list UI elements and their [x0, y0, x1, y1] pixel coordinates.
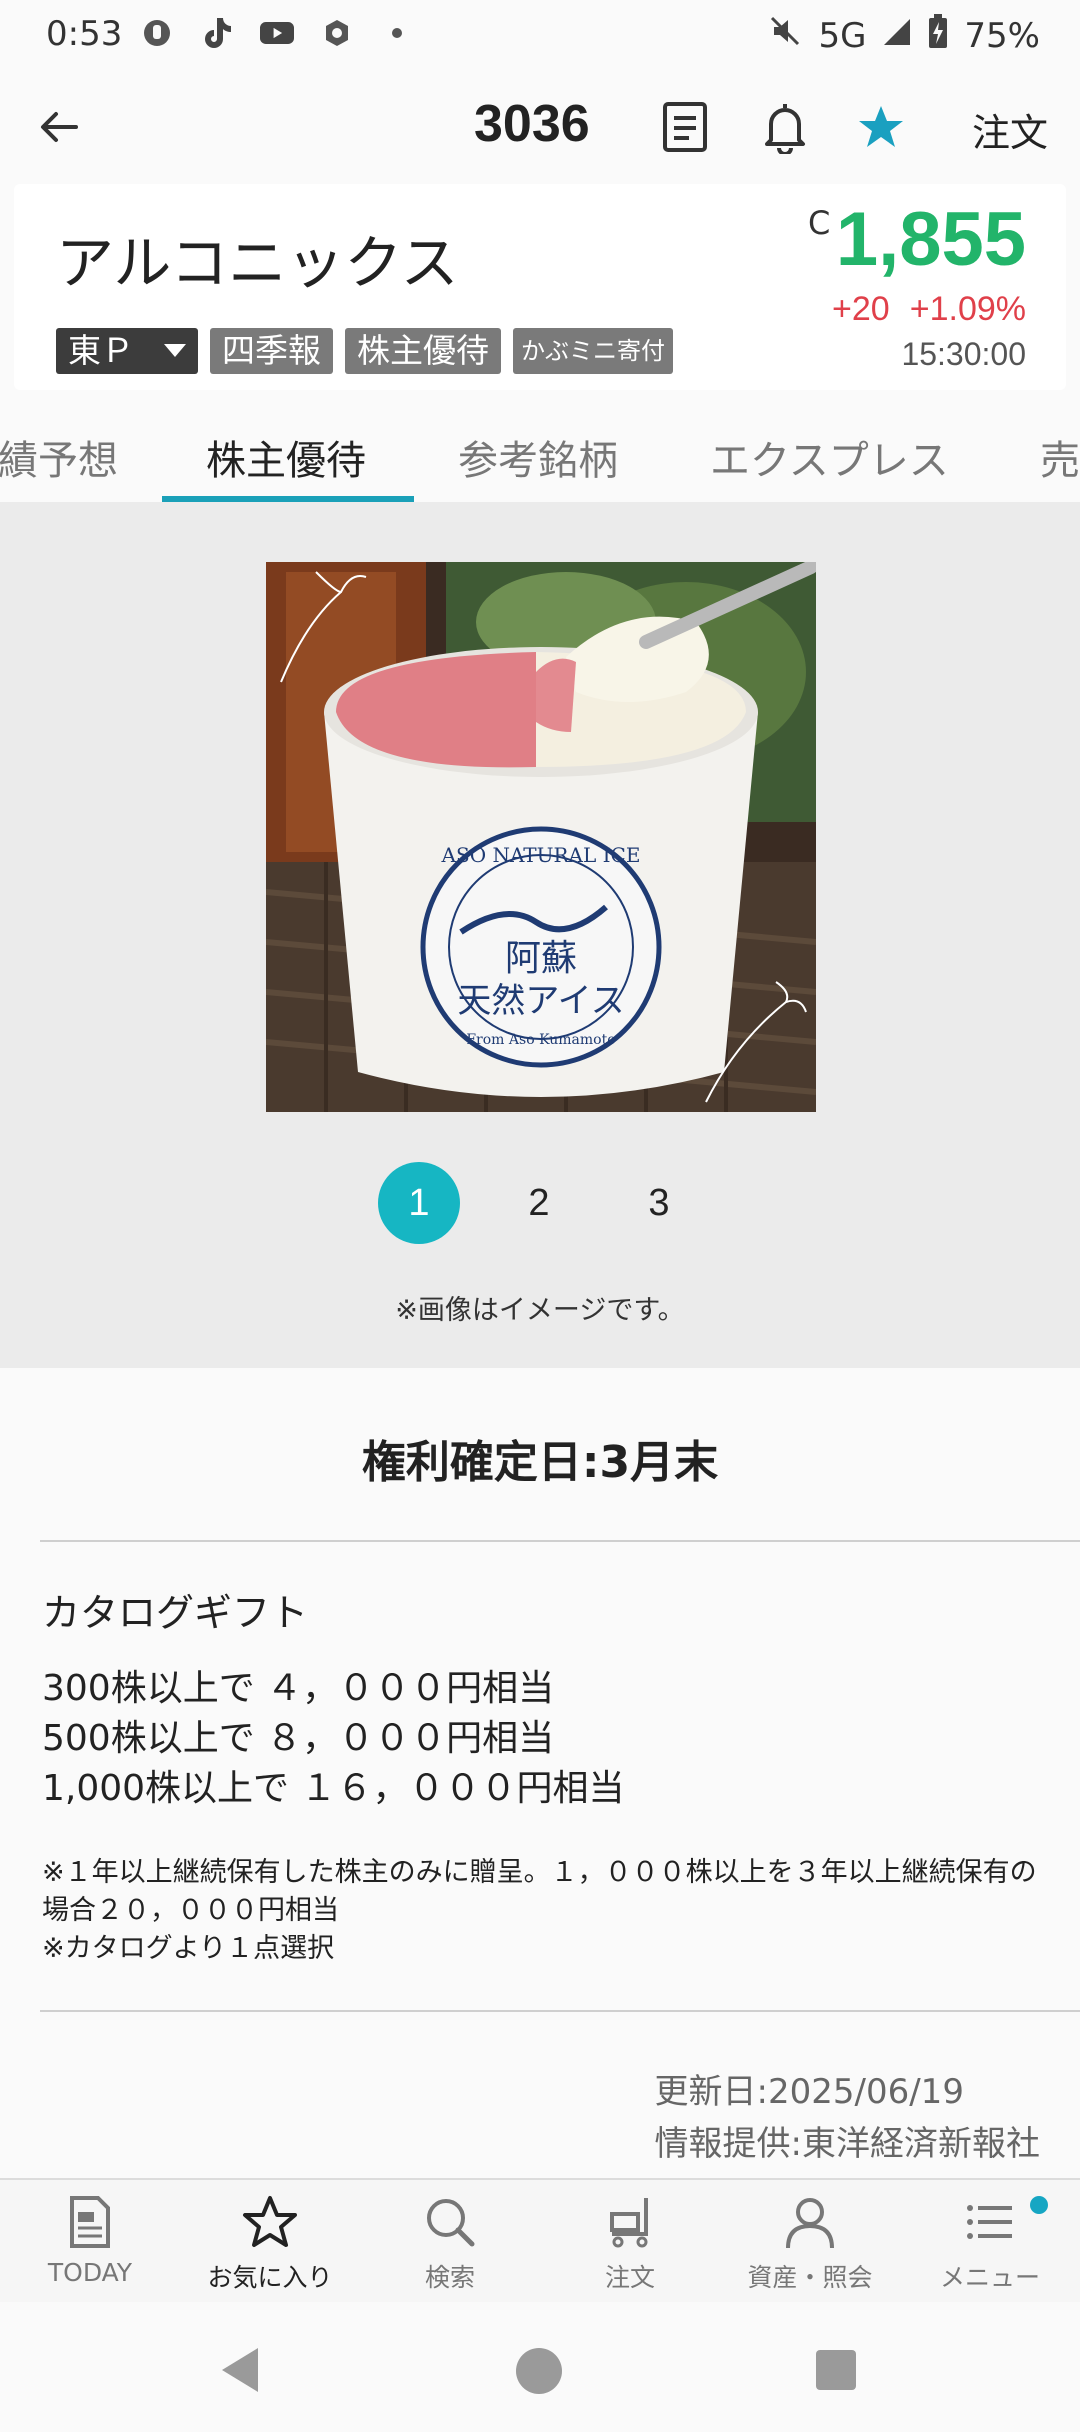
bottom-nav: TODAY お気に入り 検索 注文 資産・照会 メニュー — [0, 2178, 1080, 2302]
divider — [40, 2010, 1080, 2012]
gift-notes: ※１年以上継続保有した株主のみに贈呈。１，０００株以上を３年以上継続保有の場合２… — [42, 1854, 1042, 1968]
price-change: +20 +1.09% — [812, 290, 1026, 329]
kabumini-tag[interactable]: かぶミニ寄付 — [513, 328, 673, 374]
star-icon — [243, 2196, 297, 2247]
system-recents-button[interactable] — [814, 2348, 858, 2392]
market-label: 東Ｐ — [68, 331, 134, 370]
back-arrow-icon — [41, 112, 78, 142]
tab-shareholder-benefits[interactable]: 株主優待 — [206, 428, 366, 486]
notification-icons — [140, 16, 414, 50]
stock-name: アルコニックス — [56, 229, 459, 297]
nav-favorites[interactable]: お気に入り — [180, 2180, 360, 2304]
bell-icon — [765, 104, 805, 154]
document-icon — [70, 2196, 110, 2248]
tab-sales[interactable]: 売 — [1040, 428, 1080, 486]
gift-line: 500株以上で ８，０００円相当 — [42, 1718, 555, 1759]
hand-notification-icon — [140, 16, 174, 50]
youtube-icon — [260, 16, 294, 50]
status-right: 5G 75% — [768, 14, 1040, 57]
nav-assets[interactable]: 資産・照会 — [720, 2180, 900, 2304]
person-icon — [786, 2198, 834, 2249]
tab-earnings-forecast[interactable]: 績予想 — [0, 428, 118, 486]
yutai-tag[interactable]: 株主優待 — [345, 328, 501, 374]
nav-label: 検索 — [424, 2263, 475, 2292]
battery-percent: 75% — [964, 15, 1040, 56]
dropdown-triangle-icon — [164, 344, 186, 357]
benefit-gallery: ASO NATURAL ICE 阿蘇 天然アイス From Aso Kumamo… — [0, 502, 1080, 1368]
benefit-detail: 権利確定日:3月末 カタログギフト 300株以上で ４，０００円相当 500株以… — [0, 1368, 1080, 2178]
gift-line: 1,000株以上で １６，０００円相当 — [42, 1768, 625, 1809]
note-line: ※１年以上継続保有した株主のみに贈呈。１，０００株以上を３年以上継続保有の場合２… — [42, 1857, 1037, 1926]
tiktok-icon — [200, 16, 234, 50]
status-bar: 0:53 5G 75% — [0, 0, 1080, 72]
tab-reference-stocks[interactable]: 参考銘柄 — [458, 428, 618, 486]
benefit-photo[interactable]: ASO NATURAL ICE 阿蘇 天然アイス From Aso Kumamo… — [266, 562, 816, 1112]
nav-order[interactable]: 注文 — [540, 2180, 720, 2304]
gift-lines: 300株以上で ４，０００円相当 500株以上で ８，０００円相当 1,000株… — [42, 1664, 625, 1814]
stock-tags: 東Ｐ 四季報 株主優待 かぶミニ寄付 — [56, 328, 673, 374]
nav-search[interactable]: 検索 — [360, 2180, 540, 2304]
cup-label-main-1: 阿蘇 — [505, 938, 577, 979]
price-prefix: C — [808, 204, 831, 242]
menu-icon — [967, 2205, 1012, 2239]
data-provider: 情報提供:東洋経済新報社 — [654, 2124, 1040, 2164]
note-line: ※カタログより１点選択 — [42, 1933, 335, 1964]
cup-label-main-2: 天然アイス — [457, 981, 624, 1021]
nav-label: お気に入り — [207, 2263, 333, 2292]
alert-button[interactable] — [756, 98, 814, 156]
divider — [40, 1540, 1080, 1542]
app-notification-icon — [320, 16, 354, 50]
nav-label: TODAY — [47, 2258, 133, 2287]
search-icon — [427, 2199, 475, 2247]
report-icon — [663, 102, 707, 152]
tab-bar: 績予想 株主優待 参考銘柄 エクスプレス 売 — [0, 414, 1080, 502]
report-button[interactable] — [656, 98, 714, 156]
stock-card: アルコニックス 東Ｐ 四季報 株主優待 かぶミニ寄付 C 1,855 +20 +1… — [14, 184, 1066, 390]
signal-icon — [882, 16, 912, 56]
cup-label-top: ASO NATURAL ICE — [441, 843, 641, 867]
mute-icon — [768, 14, 802, 57]
nav-label: メニュー — [939, 2263, 1040, 2292]
star-filled-icon — [859, 106, 903, 147]
updated-date: 更新日:2025/06/19 — [654, 2072, 964, 2112]
tab-express[interactable]: エクスプレス — [710, 428, 949, 486]
back-button[interactable] — [32, 100, 86, 154]
status-time: 0:53 — [46, 14, 123, 54]
nav-label: 資産・照会 — [747, 2263, 873, 2292]
gallery-pager: 1 2 3 — [0, 1162, 1080, 1244]
stock-code: 3036 — [474, 95, 590, 153]
image-note: ※画像はイメージです。 — [395, 1295, 685, 1326]
nav-label: 注文 — [604, 2263, 655, 2292]
order-button[interactable]: 注文 — [972, 102, 1048, 157]
market-selector[interactable]: 東Ｐ — [56, 328, 198, 374]
system-back-button[interactable] — [218, 2346, 262, 2394]
update-meta: 更新日:2025/06/19 情報提供:東洋経済新報社 — [655, 2066, 1040, 2170]
pager-page-1[interactable]: 1 — [378, 1162, 460, 1244]
pager-page-2[interactable]: 2 — [498, 1162, 580, 1244]
battery-icon — [928, 14, 948, 57]
nav-menu[interactable]: メニュー — [900, 2180, 1080, 2304]
notification-badge — [1030, 2196, 1048, 2214]
gift-line: 300株以上で ４，０００円相当 — [42, 1668, 555, 1709]
gift-title: カタログギフト — [42, 1591, 309, 1635]
system-home-button[interactable] — [514, 2346, 564, 2396]
shikiho-tag[interactable]: 四季報 — [210, 328, 333, 374]
record-date: 権利確定日:3月末 — [361, 1437, 719, 1488]
network-label: 5G — [818, 15, 867, 56]
more-dot-icon — [380, 16, 414, 50]
pager-page-3[interactable]: 3 — [618, 1162, 700, 1244]
change-percent: +1.09% — [909, 290, 1026, 328]
price-time: 15:30:00 — [901, 336, 1026, 372]
current-price: 1,855 — [835, 197, 1026, 282]
change-value: +20 — [832, 290, 890, 328]
system-nav-bar — [0, 2302, 1080, 2432]
app-header: 3036 注文 — [0, 72, 1080, 182]
cart-icon — [610, 2198, 648, 2248]
nav-today[interactable]: TODAY — [0, 2180, 180, 2304]
cup-label-bottom: From Aso Kumamoto — [466, 1032, 615, 1048]
favorite-button[interactable] — [852, 98, 910, 156]
